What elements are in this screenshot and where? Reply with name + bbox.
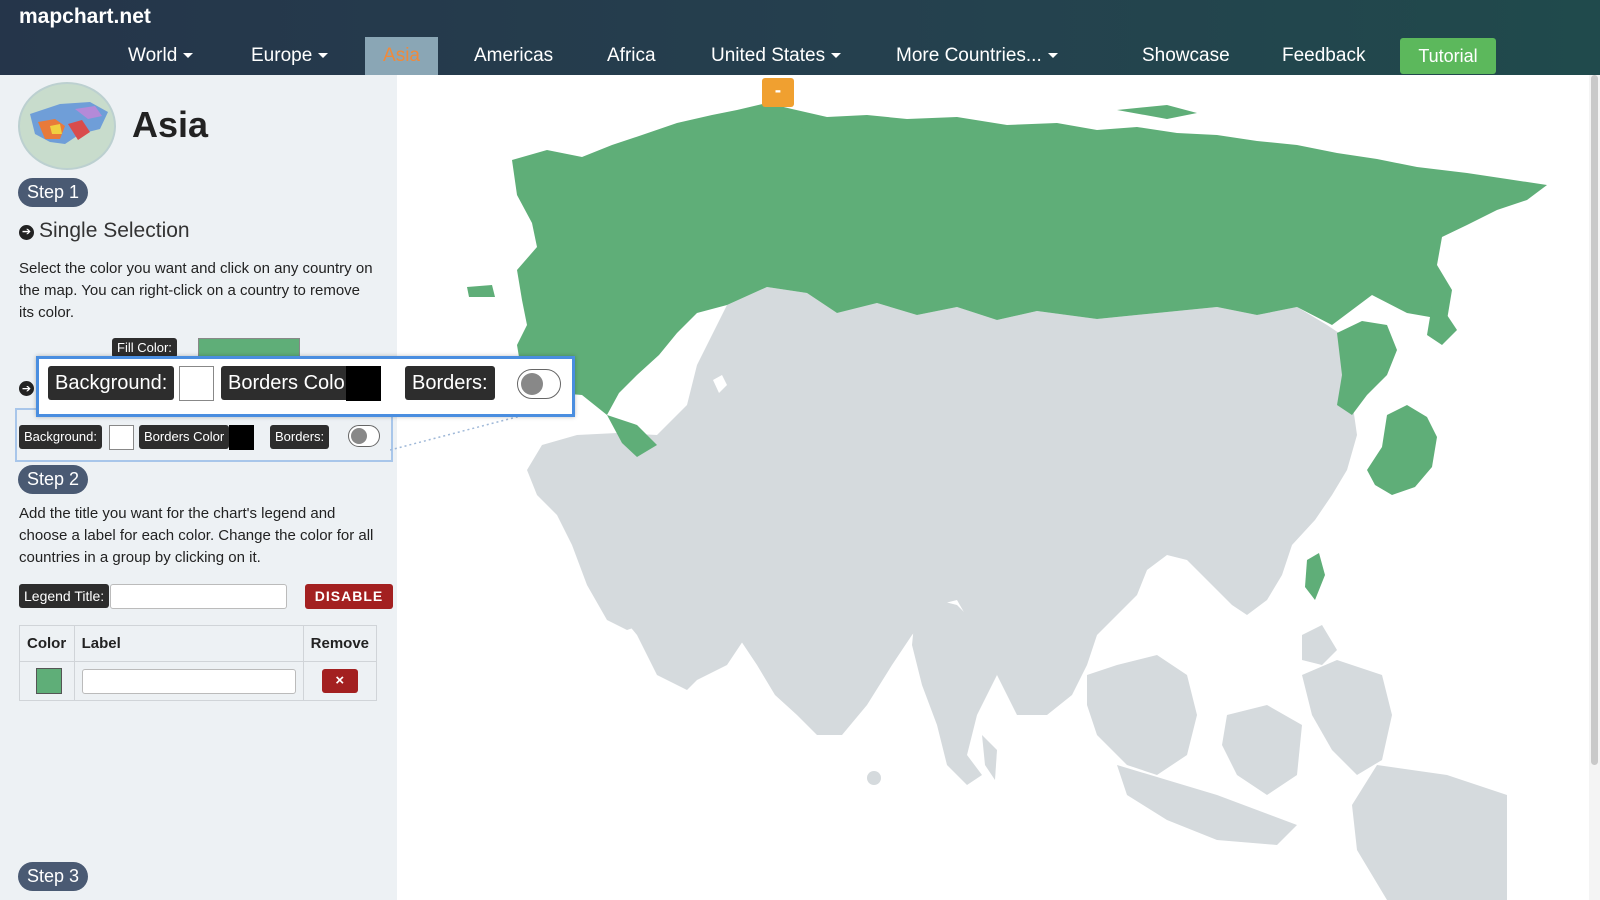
- step-3-pill: Step 3: [18, 862, 89, 891]
- borders-toggle[interactable]: [348, 425, 380, 447]
- asia-map[interactable]: [397, 75, 1587, 900]
- borders-color-label: Borders Color: [221, 366, 359, 400]
- nav-showcase[interactable]: Showcase: [1142, 37, 1230, 75]
- background-color-swatch[interactable]: [109, 425, 134, 450]
- fill-color-label: Fill Color:: [112, 338, 177, 358]
- disable-legend-button[interactable]: DISABLE: [305, 584, 393, 609]
- page-scrollbar[interactable]: [1589, 75, 1600, 900]
- toggle-knob: [351, 428, 367, 444]
- zoom-out-button[interactable]: -: [762, 78, 794, 107]
- label-column-header: Label: [73, 625, 304, 662]
- step-1-pill: Step 1: [18, 178, 89, 207]
- legend-title-label: Legend Title:: [19, 584, 110, 608]
- borders-label: Borders:: [405, 366, 495, 400]
- page-title: Asia: [132, 104, 209, 145]
- toggle-knob: [521, 373, 543, 395]
- borders-toggle[interactable]: [517, 369, 561, 399]
- borders-color-swatch[interactable]: [229, 425, 254, 450]
- nav-americas[interactable]: Americas: [474, 37, 553, 75]
- chevron-down-icon: [183, 53, 194, 59]
- single-selection-heading[interactable]: ➔ Single Selection: [19, 219, 190, 243]
- legend-label-cell: [73, 661, 304, 701]
- nav-world[interactable]: World: [128, 37, 194, 75]
- color-column-header: Color: [19, 625, 75, 662]
- step-2-pill: Step 2: [18, 465, 89, 494]
- nav-africa[interactable]: Africa: [607, 37, 656, 75]
- chevron-down-icon: [1047, 53, 1058, 59]
- background-label: Background:: [19, 425, 102, 449]
- table-row: ×: [19, 661, 378, 701]
- top-navbar: mapchart.net World Europe Asia Americas …: [0, 0, 1600, 75]
- legend-color-cell: [19, 661, 75, 701]
- remove-row-button[interactable]: ×: [321, 669, 358, 693]
- tutorial-button[interactable]: Tutorial: [1400, 38, 1496, 74]
- borders-color-label: Borders Color: [139, 425, 230, 449]
- chevron-down-icon: [831, 53, 842, 59]
- nav-europe[interactable]: Europe: [251, 37, 329, 75]
- circle-arrow-icon: ➔: [19, 225, 34, 240]
- site-brand[interactable]: mapchart.net: [19, 5, 151, 29]
- circle-arrow-icon: ➔: [19, 381, 34, 396]
- map-canvas[interactable]: [397, 75, 1587, 900]
- legend-label-input[interactable]: [81, 668, 296, 694]
- step-2-description: Add the title you want for the chart's l…: [19, 505, 374, 566]
- remove-column-header: Remove: [302, 625, 378, 662]
- borders-label: Borders:: [270, 425, 330, 449]
- nav-feedback[interactable]: Feedback: [1282, 37, 1365, 75]
- step-1-description: Select the color you want and click on a…: [19, 260, 373, 321]
- close-icon: ×: [335, 672, 345, 689]
- legend-title-input[interactable]: [110, 584, 287, 609]
- legend-remove-cell: ×: [302, 661, 378, 701]
- magnified-style-options: Background: Borders Color Borders:: [36, 356, 575, 417]
- asia-globe-icon: [18, 82, 116, 170]
- legend-color-swatch[interactable]: [36, 668, 62, 694]
- chevron-down-icon: [318, 53, 329, 59]
- legend-table: Color Label Remove ×: [19, 625, 378, 701]
- background-color-swatch[interactable]: [179, 366, 214, 401]
- legend-table-header: Color Label Remove: [19, 625, 378, 662]
- nav-asia[interactable]: Asia: [365, 37, 438, 75]
- nav-more-countries[interactable]: More Countries...: [896, 37, 1058, 75]
- background-label: Background:: [48, 366, 175, 400]
- nav-united-states[interactable]: United States: [711, 37, 842, 75]
- borders-color-swatch[interactable]: [346, 366, 381, 401]
- scrollbar-thumb[interactable]: [1591, 75, 1598, 765]
